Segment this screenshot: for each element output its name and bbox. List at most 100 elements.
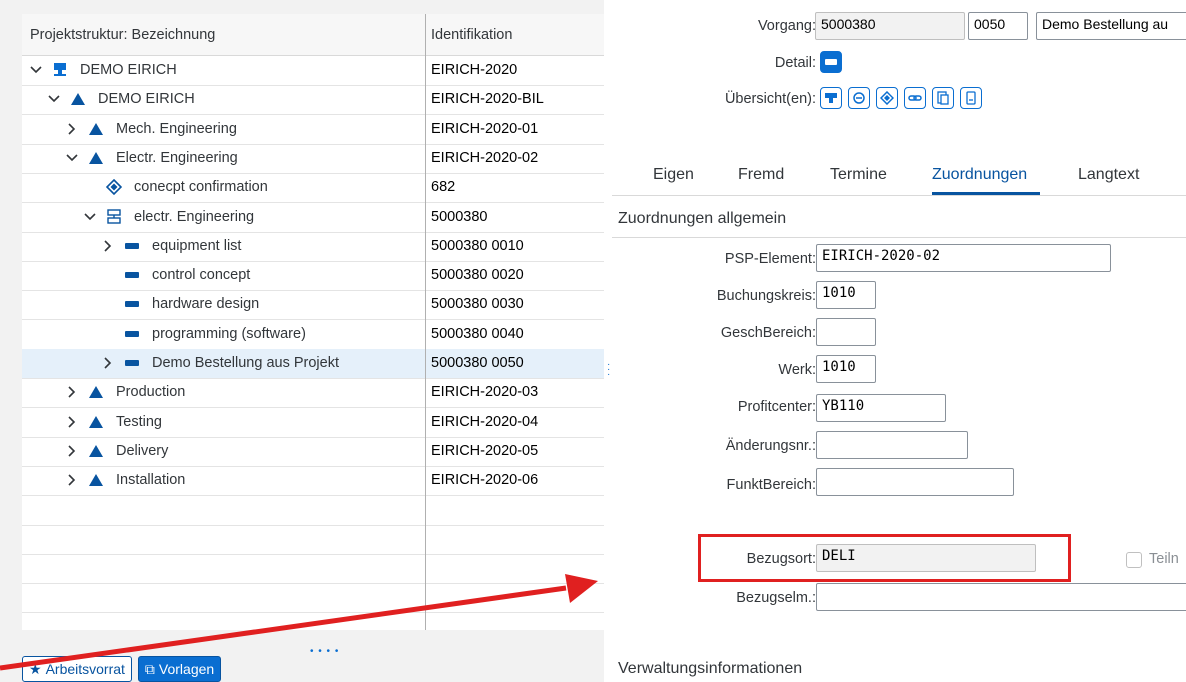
psp-element-field[interactable]: EIRICH-2020-02 [816,244,1111,272]
tree-row-label: hardware design [152,296,260,313]
chevron-right-icon[interactable] [102,357,116,369]
tree-row-label: Electr. Engineering [116,149,238,166]
tree-header: Projektstruktur: Bezeichnung Identifikat… [22,14,604,56]
column-header-id[interactable]: Identifikation [431,27,512,43]
tree-row-name[interactable]: Installation [66,472,185,488]
tree-row-label: Testing [116,413,162,430]
tree-row-name[interactable]: Electr. Engineering [66,150,238,166]
chevron-down-icon[interactable] [48,93,62,105]
tree-row-label: conecpt confirmation [134,179,268,196]
network-overview-icon [825,93,837,103]
tree-row[interactable]: Demo Bestellung aus Projekt 5000380 0050 [22,349,604,379]
tree-row[interactable]: DEMO EIRICH EIRICH-2020 [22,56,604,86]
chevron-down-icon[interactable] [30,64,44,76]
tree-row[interactable]: Testing EIRICH-2020-04 [22,408,604,438]
tree-row-name[interactable]: control concept [102,267,250,283]
documents-icon [937,91,949,105]
tree-row-label: equipment list [152,237,242,254]
overview-link-button[interactable] [904,87,926,109]
tree-row-id: EIRICH-2020-BIL [431,91,544,108]
tree-row-empty [22,496,604,526]
bezugselm-field[interactable] [816,583,1186,611]
tree-row-id: EIRICH-2020-05 [431,442,539,459]
tree-row[interactable]: conecpt confirmation 682 [22,173,604,204]
chevron-right-icon[interactable] [66,123,80,135]
tree-row[interactable]: equipment list 5000380 0010 [22,232,604,262]
tab-eigen[interactable]: Eigen [653,166,694,184]
tree-row-label: Installation [116,472,186,489]
templates-button[interactable]: ⧉ Vorlagen [137,656,222,682]
tree-row[interactable]: control concept 5000380 0020 [22,261,604,292]
tree-row-label: control concept [152,267,251,284]
activity-icon [124,238,142,254]
vorgang-label: Vorgang: [757,18,816,34]
tree-row-name[interactable]: DEMO EIRICH [30,62,177,78]
overview-relations-button[interactable] [848,87,870,109]
chevron-right-icon[interactable] [66,474,80,486]
overview-network-button[interactable] [820,87,842,109]
chevron-down-icon[interactable] [84,211,98,223]
horizontal-splitter-handle[interactable]: • • • • [310,646,339,657]
wbs-element-icon [88,384,106,400]
tree-row-name[interactable]: Delivery [66,443,168,459]
geschbereich-field[interactable] [816,318,876,346]
vorgang-operation-field[interactable]: 0050 [968,12,1028,40]
worklist-button[interactable]: ★ Arbeitsvorrat [22,656,132,682]
milestone-icon [880,91,894,105]
tree-row[interactable]: programming (software) 5000380 0040 [22,320,604,350]
tab-zuordnungen[interactable]: Zuordnungen [932,166,1027,184]
werk-field[interactable]: 1010 [816,355,876,383]
tree-row-name[interactable]: Mech. Engineering [66,121,237,137]
geschbereich-label: GeschBereich: [720,325,816,341]
chevron-right-icon[interactable] [102,240,116,252]
tree-row-name[interactable]: Demo Bestellung aus Projekt [102,355,339,371]
tree-row[interactable]: Electr. Engineering EIRICH-2020-02 [22,144,604,174]
tree-row-name[interactable]: electr. Engineering [84,209,254,225]
werk-label: Werk: [778,362,816,378]
vorgang-description-field[interactable]: Demo Bestellung au [1036,12,1186,40]
overview-documents-button[interactable] [932,87,954,109]
column-header-name[interactable]: Projektstruktur: Bezeichnung [30,27,215,43]
tree-row[interactable]: Delivery EIRICH-2020-05 [22,437,604,467]
chevron-right-icon[interactable] [66,445,80,457]
aenderungsnr-field[interactable] [816,431,968,459]
vertical-splitter-handle[interactable]: · · · [607,360,610,380]
tree-row-name[interactable]: Production [66,384,185,400]
vorgang-number-field[interactable]: 5000380 [815,12,965,40]
tree-row[interactable]: DEMO EIRICH EIRICH-2020-BIL [22,85,604,116]
chevron-down-icon[interactable] [66,152,80,164]
psp-element-label: PSP-Element: [724,251,816,267]
tree-row[interactable]: Production EIRICH-2020-03 [22,378,604,409]
wbs-element-icon [88,472,106,488]
tree-row-id: 5000380 0030 [431,296,524,313]
tab-fremd[interactable]: Fremd [738,166,784,184]
tree-row-label: DEMO EIRICH [98,91,195,108]
profitcenter-field[interactable]: YB110 [816,394,946,422]
buchungskreis-field[interactable]: 1010 [816,281,876,309]
tree-row-name[interactable]: equipment list [102,238,241,254]
tree-row-name[interactable]: hardware design [102,296,259,312]
chevron-right-icon[interactable] [66,386,80,398]
tree-row-name[interactable]: conecpt confirmation [84,179,268,196]
tree-row-name[interactable]: DEMO EIRICH [48,91,195,107]
teilnetz-checkbox[interactable] [1126,552,1142,568]
tree-row[interactable]: Mech. Engineering EIRICH-2020-01 [22,115,604,145]
tree-row-label: DEMO EIRICH [80,62,177,78]
bezugsort-field[interactable]: DELI [816,544,1036,572]
tree-row-name[interactable]: programming (software) [102,326,306,342]
tab-langtext[interactable]: Langtext [1078,166,1139,184]
chevron-right-icon[interactable] [66,416,80,428]
tree-row[interactable]: electr. Engineering 5000380 [22,203,604,233]
column-separator[interactable] [425,14,426,630]
tree-row-name[interactable]: Testing [66,414,162,430]
detail-activity-button[interactable] [820,51,842,73]
overview-document-button[interactable] [960,87,982,109]
tree-row-id: 5000380 0010 [431,237,524,254]
tree-row[interactable]: hardware design 5000380 0030 [22,290,604,321]
wbs-element-icon [88,443,106,459]
tree-row[interactable]: Installation EIRICH-2020-06 [22,466,604,497]
funktbereich-field[interactable] [816,468,1014,496]
overview-milestone-button[interactable] [876,87,898,109]
tab-termine[interactable]: Termine [830,166,887,184]
aenderungsnr-label: Änderungsnr.: [725,438,816,454]
